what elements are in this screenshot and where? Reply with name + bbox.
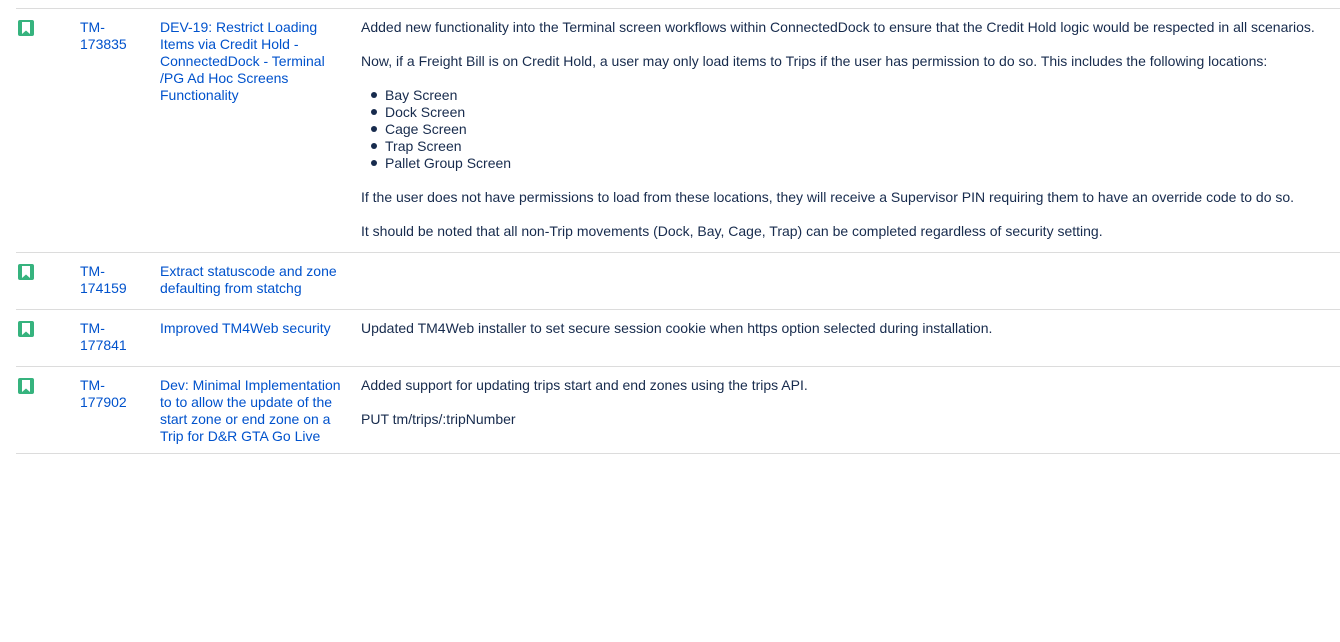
issue-key-prefix: TM- (80, 19, 105, 35)
description-paragraph: PUT tm/trips/:tripNumber (361, 411, 516, 427)
issue-key-link[interactable]: TM- 177902 (80, 377, 160, 411)
list-item: Dock Screen (371, 104, 1322, 121)
table-row: TM- 173835 DEV-19: Restrict Loading Item… (16, 8, 1340, 253)
description-paragraph: It should be noted that all non-Trip mov… (361, 223, 1103, 239)
list-item: Cage Screen (371, 121, 1322, 138)
table-row: TM- 177902 Dev: Minimal Implementation t… (16, 366, 1340, 454)
issue-description: Added support for updating trips start a… (361, 366, 1340, 454)
issue-summary-link[interactable]: Improved TM4Web security (160, 320, 351, 337)
issue-key-prefix: TM- (80, 377, 105, 393)
issue-summary-link[interactable]: Extract statuscode and zone defaulting f… (160, 263, 351, 297)
list-item: Trap Screen (371, 138, 1322, 155)
description-paragraph: Updated TM4Web installer to set secure s… (361, 320, 993, 336)
table-row: TM- 177841 Improved TM4Web security Upda… (16, 309, 1340, 367)
issue-key-prefix: TM- (80, 263, 105, 279)
story-icon (18, 378, 34, 394)
description-paragraph: If the user does not have permissions to… (361, 189, 1295, 205)
list-item: Pallet Group Screen (371, 155, 1322, 172)
issue-key-number: 177902 (80, 394, 127, 410)
description-paragraph: Now, if a Freight Bill is on Credit Hold… (361, 53, 1268, 69)
issue-description: Updated TM4Web installer to set secure s… (361, 309, 1340, 367)
issue-key-number: 173835 (80, 36, 127, 52)
location-list: Bay Screen Dock Screen Cage Screen Trap … (361, 87, 1322, 172)
issue-summary-link[interactable]: DEV-19: Restrict Loading Items via Credi… (160, 19, 351, 104)
story-icon (18, 321, 34, 337)
issue-key-prefix: TM- (80, 320, 105, 336)
issue-description (361, 252, 1340, 310)
issue-key-link[interactable]: TM- 177841 (80, 320, 160, 354)
issue-summary-link[interactable]: Dev: Minimal Implementation to to allow … (160, 377, 351, 445)
issue-description: Added new functionality into the Termina… (361, 8, 1340, 253)
story-icon (18, 20, 34, 36)
issue-key-link[interactable]: TM- 174159 (80, 263, 160, 297)
issue-key-link[interactable]: TM- 173835 (80, 19, 160, 53)
description-paragraph: Added support for updating trips start a… (361, 377, 808, 393)
issue-key-number: 177841 (80, 337, 127, 353)
list-item: Bay Screen (371, 87, 1322, 104)
table-row: TM- 174159 Extract statuscode and zone d… (16, 252, 1340, 310)
story-icon (18, 264, 34, 280)
description-paragraph: Added new functionality into the Termina… (361, 19, 1315, 35)
issue-key-number: 174159 (80, 280, 127, 296)
issue-table: TM- 173835 DEV-19: Restrict Loading Item… (16, 8, 1340, 454)
